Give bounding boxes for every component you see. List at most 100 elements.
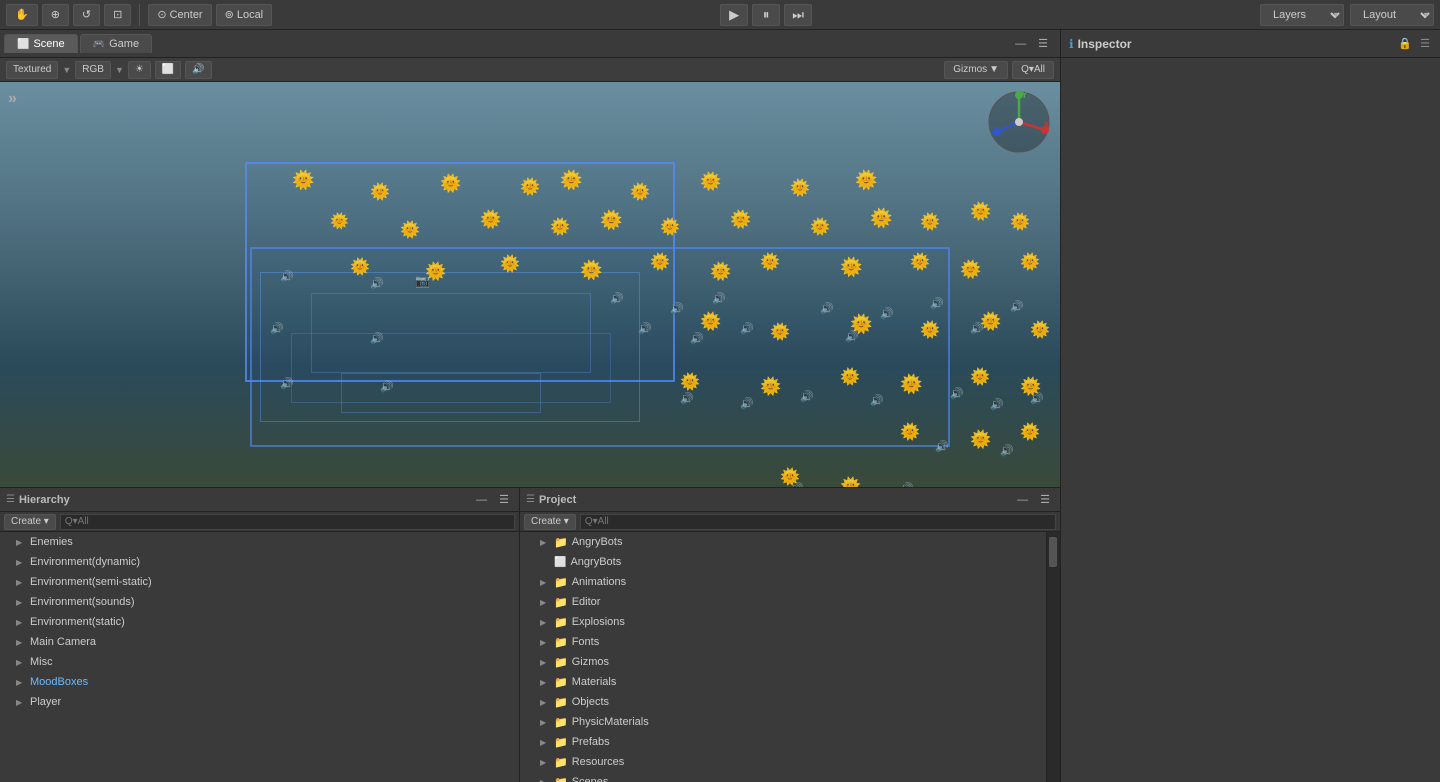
skybox-button[interactable]: ⬜ [155, 61, 181, 79]
project-item[interactable]: ▶📁AngryBots [520, 532, 1046, 552]
project-item-arrow: ▶ [540, 758, 550, 767]
hierarchy-item-arrow: ▶ [16, 558, 26, 567]
scene-toolbar: Textured ▼ RGB ▼ ☀ ⬜ 🔊 Gizmos ▼ Q▾All [0, 58, 1060, 82]
hierarchy-item-arrow: ▶ [16, 618, 26, 627]
center-label: Center [170, 9, 203, 21]
hierarchy-item[interactable]: ▶ Environment(dynamic) [0, 552, 519, 572]
color-button[interactable]: RGB [75, 61, 111, 79]
project-collapse-button[interactable]: — [1013, 492, 1032, 508]
game-tab-icon: 🎮 [93, 39, 105, 50]
project-toolbar: Create ▾ [520, 512, 1060, 532]
center-button[interactable]: ⊙ Center [148, 4, 211, 26]
pause-button[interactable]: ⏸ [752, 4, 780, 26]
left-area: ⬜ Scene 🎮 Game — ☰ Textured ▼ RGB ▼ ☀ ⬜ … [0, 30, 1060, 782]
hierarchy-item-label: Main Camera [30, 636, 96, 648]
project-search-input[interactable] [580, 514, 1056, 530]
layers-dropdown-wrapper: Layers ▼ [1260, 4, 1344, 26]
hierarchy-menu-button[interactable]: ☰ [495, 491, 513, 508]
hierarchy-item[interactable]: ▶Environment(semi-static) [0, 572, 519, 592]
hierarchy-panel: ☰ Hierarchy — ☰ Create ▾ ▶Enemies▶Enviro… [0, 488, 520, 782]
project-item[interactable]: ▶📁Fonts [520, 632, 1046, 652]
scene-menu-button[interactable]: ☰ [1034, 35, 1052, 52]
project-item[interactable]: ▶📁Materials [520, 672, 1046, 692]
folder-icon: 📁 [554, 596, 568, 609]
hierarchy-item[interactable]: ▶ Misc [0, 652, 519, 672]
folder-icon: 📁 [554, 536, 568, 549]
layout-dropdown[interactable]: Layout [1350, 4, 1434, 26]
inspector-lock-button[interactable]: 🔒 [1396, 35, 1414, 52]
project-item[interactable]: ▶📁Gizmos [520, 652, 1046, 672]
hierarchy-item-arrow: ▶ [16, 538, 26, 547]
project-menu-button[interactable]: ☰ [1036, 491, 1054, 508]
project-item[interactable]: ▶📁PhysicMaterials [520, 712, 1046, 732]
inspector-icon: ℹ [1069, 37, 1074, 51]
local-label: Local [237, 9, 263, 21]
project-create-button[interactable]: Create ▾ [524, 514, 576, 530]
scene-toolbar-right: Gizmos ▼ Q▾All [944, 61, 1054, 79]
project-item[interactable]: ⬜AngryBots [520, 552, 1046, 572]
scene-tab-right: — ☰ [1011, 35, 1056, 52]
project-scrollbar[interactable] [1046, 532, 1060, 782]
scale-tool-button[interactable]: ⊡ [104, 4, 131, 26]
gizmos-button[interactable]: Gizmos ▼ [944, 61, 1008, 79]
hierarchy-item[interactable]: ▶Main Camera [0, 632, 519, 652]
scene-tab[interactable]: ⬜ Scene [4, 34, 78, 53]
project-item-label: Editor [572, 596, 601, 608]
hierarchy-item[interactable]: ▶MoodBoxes [0, 672, 519, 692]
project-item-label: Fonts [572, 636, 600, 648]
shading-button[interactable]: Textured [6, 61, 58, 79]
project-item[interactable]: ▶📁Scenes [520, 772, 1046, 782]
separator-1 [139, 4, 140, 26]
layers-dropdown[interactable]: Layers [1260, 4, 1344, 26]
search-all-button[interactable]: Q▾All [1012, 61, 1054, 79]
project-item[interactable]: ▶📁Explosions [520, 612, 1046, 632]
game-tab[interactable]: 🎮 Game [80, 34, 152, 53]
hierarchy-item-arrow: ▶ [16, 658, 26, 667]
project-item[interactable]: ▶📁Resources [520, 752, 1046, 772]
project-item-arrow: ▶ [540, 578, 550, 587]
project-item-label: Explosions [572, 616, 625, 628]
layout-dropdown-wrapper: Layout ▼ [1350, 4, 1434, 26]
project-item-label: Materials [572, 676, 617, 688]
hierarchy-collapse-button[interactable]: — [472, 492, 491, 508]
hierarchy-panel-icon: ☰ [6, 494, 15, 505]
scene-viewport[interactable]: » 🌞 🌞 🌞 🌞 🌞 🌞 🌞 🌞 🌞 [0, 82, 1060, 487]
hierarchy-item[interactable]: ▶Enemies [0, 532, 519, 552]
local-button[interactable]: ⊚ Local [216, 4, 273, 26]
inspector-header: ℹ Inspector 🔒 ☰ [1061, 30, 1440, 58]
hierarchy-item[interactable]: ▶Environment(sounds) [0, 592, 519, 612]
hierarchy-item[interactable]: ▶Environment(static) [0, 612, 519, 632]
step-button[interactable]: ⏭ [784, 4, 812, 26]
inspector-content [1061, 58, 1440, 782]
project-item[interactable]: ▶📁Prefabs [520, 732, 1046, 752]
rotate-tool-button[interactable]: ↺ [73, 4, 100, 26]
project-item-arrow: ▶ [540, 778, 550, 782]
hierarchy-search-input[interactable] [60, 514, 515, 530]
project-item[interactable]: ▶📁Animations [520, 572, 1046, 592]
project-item[interactable]: ▶📁Objects [520, 692, 1046, 712]
lighting-button[interactable]: ☀ [128, 61, 151, 79]
unity-file-icon: ⬜ [554, 557, 566, 568]
play-button[interactable]: ▶ [720, 4, 748, 26]
scene-game-tabs: ⬜ Scene 🎮 Game — ☰ [0, 30, 1060, 58]
hierarchy-item[interactable]: ▶Player [0, 692, 519, 712]
hierarchy-item-label: Misc [30, 656, 53, 668]
folder-icon: 📁 [554, 636, 568, 649]
project-title: Project [539, 494, 1009, 506]
audio-button[interactable]: 🔊 [185, 61, 211, 79]
scene-minimize-button[interactable]: — [1011, 36, 1030, 52]
hierarchy-item-label: Player [30, 696, 61, 708]
project-item-label: PhysicMaterials [572, 716, 649, 728]
hierarchy-item-label: Environment(dynamic) [30, 556, 140, 568]
move-tool-button[interactable]: ⊕ [42, 4, 69, 26]
hand-tool-button[interactable]: ✋ [6, 4, 38, 26]
project-item-label: Prefabs [572, 736, 610, 748]
hierarchy-create-button[interactable]: Create ▾ [4, 514, 56, 530]
project-item-arrow: ▶ [540, 598, 550, 607]
inspector-actions: 🔒 ☰ [1396, 35, 1432, 52]
folder-icon: 📁 [554, 776, 568, 782]
project-list: ▶📁AngryBots⬜AngryBots▶📁Animations▶📁Edito… [520, 532, 1046, 782]
project-panel-icon: ☰ [526, 494, 535, 505]
inspector-menu-button[interactable]: ☰ [1418, 35, 1432, 52]
project-item[interactable]: ▶ 📁 Editor [520, 592, 1046, 612]
